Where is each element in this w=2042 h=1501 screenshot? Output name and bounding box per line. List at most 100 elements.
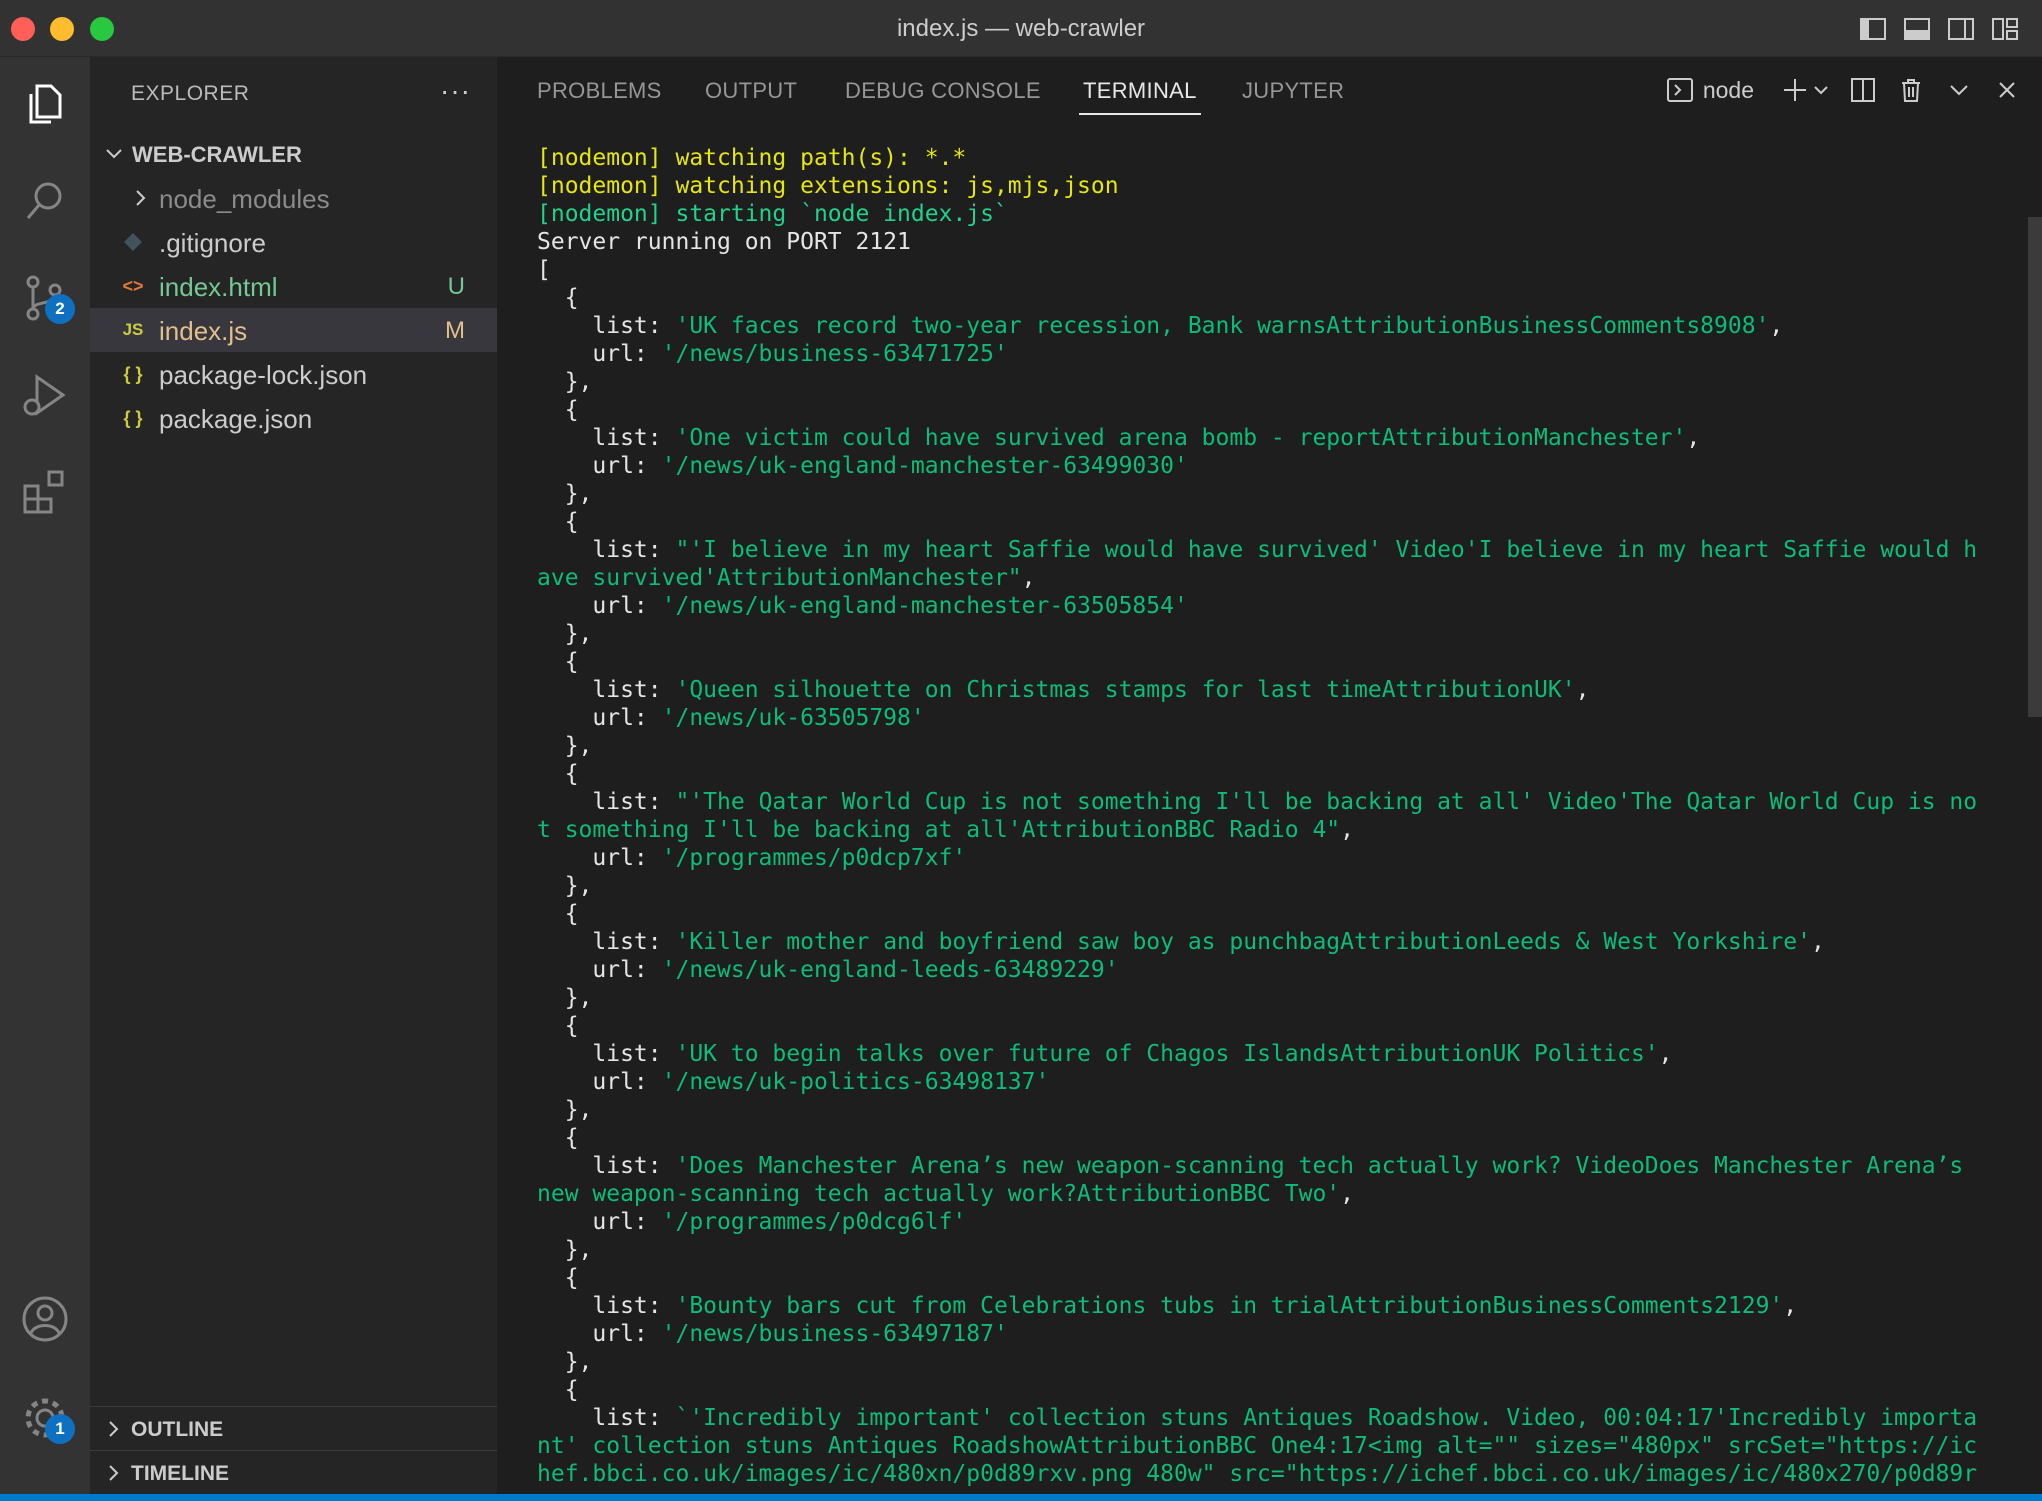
terminal-line: list: "'The Qatar World Cup is not somet…	[537, 788, 2027, 816]
tab-problems[interactable]: PROBLEMS	[537, 78, 662, 104]
tab-jupyter[interactable]: JUPYTER	[1242, 78, 1344, 104]
terminal-line: },	[537, 1237, 593, 1263]
file-item-node-modules[interactable]: node_modules	[90, 176, 497, 220]
git-file-icon	[124, 233, 142, 251]
terminal-output[interactable]: [nodemon] watching path(s): *.* [nodemon]…	[537, 144, 2027, 1494]
settings-badge: 1	[45, 1414, 75, 1444]
tab-debug-console[interactable]: DEBUG CONSOLE	[845, 78, 1041, 104]
terminal-key: list:	[537, 313, 676, 339]
explorer-header: EXPLORER	[131, 82, 250, 105]
terminal-line: list: 'UK to begin talks over future of …	[537, 1040, 2027, 1068]
terminal-line: list: `'Incredibly important' collection…	[537, 1404, 2027, 1432]
file-item-gitignore[interactable]: .gitignore	[90, 220, 497, 264]
panel-tabs: PROBLEMS OUTPUT DEBUG CONSOLE TERMINAL J…	[497, 57, 2042, 119]
file-name: index.js	[159, 316, 248, 346]
account-icon[interactable]	[17, 1291, 73, 1347]
activity-bar: 2 1	[0, 57, 90, 1494]
folder-web-crawler[interactable]: WEB-CRAWLER	[90, 132, 497, 176]
file-item-index-html[interactable]: <> index.html U	[90, 264, 497, 308]
split-terminal-icon[interactable]	[1848, 75, 1878, 105]
terminal-line: {	[537, 509, 579, 535]
search-icon[interactable]	[17, 173, 73, 229]
chevron-right-icon	[109, 1465, 119, 1481]
terminal-string-value: 'Bounty bars cut from Celebrations tubs …	[675, 1293, 1784, 1319]
terminal-line: },	[537, 985, 593, 1011]
maximize-panel-chevron-icon[interactable]	[1944, 75, 1974, 105]
customize-layout-icon[interactable]	[1990, 14, 2020, 44]
trash-icon[interactable]	[1896, 75, 1926, 105]
chevron-right-icon	[136, 190, 146, 206]
terminal-line: [nodemon] watching path(s): *.*	[537, 145, 967, 171]
terminal-string-value: '/news/business-63497187'	[661, 1321, 1008, 1347]
timeline-label: TIMELINE	[131, 1462, 229, 1485]
terminal-line: list: 'One victim could have survived ar…	[537, 424, 2027, 452]
terminal-line: url: '/news/uk-england-leeds-63489229'	[537, 956, 2027, 984]
terminal-icon	[1666, 78, 1693, 102]
terminal-scrollbar[interactable]	[2028, 217, 2042, 717]
more-actions-button[interactable]: ···	[440, 75, 471, 107]
terminal-line: },	[537, 733, 593, 759]
terminal-line: {	[537, 1265, 579, 1291]
html-file-icon: <>	[122, 275, 144, 296]
close-panel-icon[interactable]	[1992, 75, 2022, 105]
terminal-line: ave survived'AttributionManchester",	[537, 564, 2027, 592]
terminal-line: t something I'll be backing at all'Attri…	[537, 816, 2027, 844]
file-item-package-json[interactable]: { } package.json	[90, 396, 497, 440]
terminal-punctuation: ,	[1769, 313, 1784, 339]
chevron-down-icon[interactable]	[1812, 75, 1830, 105]
terminal-string-value: "'I believe in my heart Saffie would hav…	[675, 537, 1978, 563]
terminal-line: {	[537, 901, 579, 927]
timeline-section[interactable]: TIMELINE	[90, 1450, 497, 1494]
terminal-string-value: hef.bbci.co.uk/images/ic/480xn/p0d89rxv.…	[537, 1461, 1978, 1487]
terminal-key: url:	[537, 957, 662, 983]
terminal-line: {	[537, 285, 579, 311]
tab-terminal[interactable]: TERMINAL	[1079, 78, 1201, 115]
javascript-file-icon: JS	[122, 320, 144, 339]
settings-gear-icon[interactable]: 1	[17, 1390, 75, 1446]
explorer-icon[interactable]	[17, 76, 73, 132]
terminal-punctuation: ,	[1658, 1041, 1673, 1067]
terminal-key: url:	[537, 341, 662, 367]
terminal-line: [	[537, 257, 551, 283]
terminal-string-value: nt' collection stuns Antiques RoadshowAt…	[537, 1433, 1978, 1459]
terminal-line: {	[537, 649, 579, 675]
terminal-key: url:	[537, 845, 662, 871]
terminal-line: url: '/news/uk-63505798'	[537, 704, 2027, 732]
terminal-key: url:	[537, 453, 662, 479]
terminal-punctuation: ,	[1575, 677, 1590, 703]
file-item-package-lock-json[interactable]: { } package-lock.json	[90, 352, 497, 396]
terminal-key: url:	[537, 593, 662, 619]
terminal-string-value: new weapon-scanning tech actually work?A…	[537, 1181, 1341, 1207]
file-item-index-js[interactable]: JS index.js M	[90, 308, 497, 352]
terminal-string-value: "'The Qatar World Cup is not something I…	[675, 789, 1978, 815]
source-control-icon[interactable]: 2	[17, 270, 75, 326]
toggle-primary-sidebar-icon[interactable]	[1858, 14, 1888, 44]
toggle-panel-icon[interactable]	[1902, 14, 1932, 44]
terminal-key: list:	[537, 1405, 676, 1431]
outline-label: OUTLINE	[131, 1418, 224, 1441]
terminal-string-value: '/news/uk-england-manchester-63499030'	[661, 453, 1188, 479]
terminal-line: url: '/programmes/p0dcg6lf'	[537, 1208, 2027, 1236]
terminal-key: list:	[537, 929, 676, 955]
terminal-name[interactable]: node	[1703, 77, 1754, 104]
chevron-right-icon	[109, 1421, 119, 1437]
run-debug-icon[interactable]	[17, 367, 73, 423]
terminal-line: {	[537, 761, 579, 787]
terminal-line: },	[537, 873, 593, 899]
terminal-punctuation: ,	[1340, 817, 1354, 843]
terminal-string-value: '/news/uk-63505798'	[661, 705, 925, 731]
extensions-icon[interactable]	[17, 464, 73, 520]
toggle-secondary-sidebar-icon[interactable]	[1946, 14, 1976, 44]
terminal-line: {	[537, 1013, 579, 1039]
tab-output[interactable]: OUTPUT	[705, 78, 797, 104]
terminal-punctuation: ,	[1783, 1293, 1798, 1319]
new-terminal-plus-icon[interactable]	[1780, 75, 1810, 105]
outline-section[interactable]: OUTLINE	[90, 1406, 497, 1450]
terminal-key: list:	[537, 789, 676, 815]
terminal-line: url: '/programmes/p0dcp7xf'	[537, 844, 2027, 872]
terminal-line: url: '/news/business-63471725'	[537, 340, 2027, 368]
terminal-string-value: '/news/business-63471725'	[661, 341, 1008, 367]
terminal-line: {	[537, 1377, 579, 1403]
terminal-string-value: '/news/uk-england-leeds-63489229'	[661, 957, 1119, 983]
explorer-sidebar: EXPLORER ··· WEB-CRAWLER node_modules .g…	[90, 57, 497, 1494]
